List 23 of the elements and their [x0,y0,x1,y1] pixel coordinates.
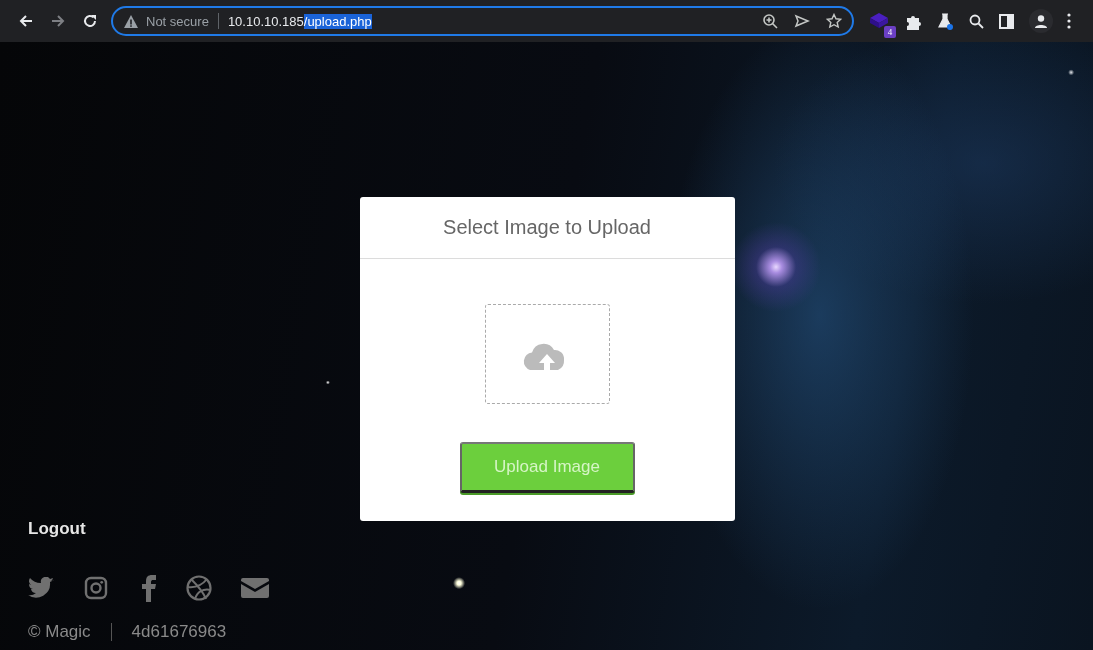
profile-icon[interactable] [1034,14,1048,28]
reload-icon[interactable] [82,13,98,29]
url-text: 10.10.10.185/upload.php [227,13,372,29]
more-menu-icon[interactable] [1067,13,1071,29]
camera-icon[interactable] [84,576,108,600]
hex-code-text: 4d61676963 [131,622,227,642]
back-arrow-icon[interactable] [18,13,34,29]
flask-icon[interactable] [936,12,954,30]
star-icon[interactable] [826,13,842,29]
bird-icon[interactable] [28,577,55,599]
card-title: Select Image to Upload [443,216,651,239]
logout-link[interactable]: Logout [28,519,86,538]
search-icon[interactable] [968,13,984,29]
envelope-icon[interactable] [241,577,269,599]
copyright-text: © Magic [28,622,91,642]
security-label: Not secure [146,13,209,29]
side-panel-icon[interactable] [998,12,1015,30]
warning-icon [123,13,139,29]
address-bar[interactable]: Not secure 10.10.10.185/upload.php [111,6,854,36]
extension-badge: 4 [884,26,896,38]
zoom-in-icon[interactable] [762,13,778,29]
send-icon[interactable] [794,13,810,29]
ball-icon[interactable] [186,575,212,601]
